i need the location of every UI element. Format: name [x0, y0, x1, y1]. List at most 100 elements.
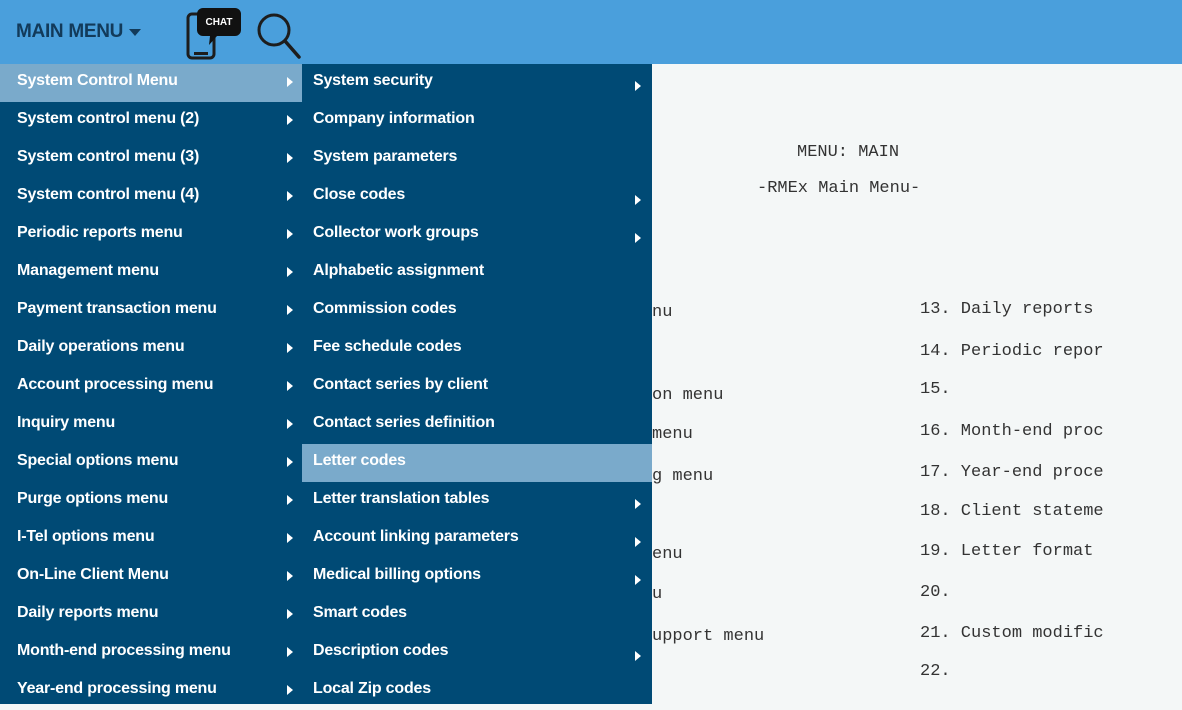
- submenu-item-close-codes[interactable]: Close codes: [302, 178, 652, 216]
- submenu-arrow-icon: [287, 343, 293, 353]
- menu-item-daily-operations[interactable]: Daily operations menu: [0, 330, 302, 368]
- submenu-item-label: Letter translation tables: [313, 490, 490, 507]
- menu-item-label: Year-end processing menu: [17, 680, 217, 697]
- menu-item-purge-options[interactable]: Purge options menu: [0, 482, 302, 520]
- menu-item-management[interactable]: Management menu: [0, 254, 302, 292]
- submenu-item-contact-series-definition[interactable]: Contact series definition: [302, 406, 652, 444]
- submenu-item-label: System parameters: [313, 148, 458, 165]
- submenu-item-label: Company information: [313, 110, 475, 127]
- terminal-menu-subtitle: -RMEx Main Menu-: [757, 179, 921, 198]
- submenu-item-letter-codes[interactable]: Letter codes: [302, 444, 652, 482]
- submenu-item-label: Local Zip codes: [313, 680, 431, 697]
- submenu-item-label: Description codes: [313, 642, 449, 659]
- menu-item-special-options[interactable]: Special options menu: [0, 444, 302, 482]
- submenu-item-company-information[interactable]: Company information: [302, 102, 652, 140]
- search-icon[interactable]: [254, 10, 302, 60]
- menu-item-i-tel-options[interactable]: I-Tel options menu: [0, 520, 302, 558]
- caret-down-icon: [129, 28, 142, 36]
- menu-item-label: Daily reports menu: [17, 604, 159, 621]
- menu-item-label: Purge options menu: [17, 490, 169, 507]
- submenu-arrow-icon: [635, 499, 641, 509]
- submenu-item-local-zip-codes[interactable]: Local Zip codes: [302, 672, 652, 710]
- submenu-item-alphabetic-assignment[interactable]: Alphabetic assignment: [302, 254, 652, 292]
- submenu-item-label: Commission codes: [313, 300, 457, 317]
- menu-item-system-control-4[interactable]: System control menu (4): [0, 178, 302, 216]
- submenu-item-account-linking-parameters[interactable]: Account linking parameters: [302, 520, 652, 558]
- terminal-option-line: 19. Letter format: [920, 542, 1094, 561]
- terminal-left-fragment: nu: [652, 303, 673, 322]
- submenu-item-fee-schedule-codes[interactable]: Fee schedule codes: [302, 330, 652, 368]
- terminal-option-line: 17. Year-end proce: [920, 463, 1104, 482]
- submenu-item-label: Contact series by client: [313, 376, 488, 393]
- main-menu-dropdown: System Control Menu System control menu …: [0, 64, 302, 704]
- submenu-item-collector-work-groups[interactable]: Collector work groups: [302, 216, 652, 254]
- terminal-option-line: 22.: [920, 662, 951, 681]
- submenu-arrow-icon: [287, 457, 293, 467]
- menu-item-month-end-processing[interactable]: Month-end processing menu: [0, 634, 302, 672]
- submenu-arrow-icon: [287, 77, 293, 87]
- menu-item-inquiry[interactable]: Inquiry menu: [0, 406, 302, 444]
- terminal-option-line: 16. Month-end proc: [920, 422, 1104, 441]
- main-menu-button[interactable]: MAIN MENU: [16, 21, 142, 43]
- terminal-left-fragment: u: [652, 585, 663, 604]
- menu-item-daily-reports[interactable]: Daily reports menu: [0, 596, 302, 634]
- menu-item-label: System control menu (3): [17, 148, 200, 165]
- terminal-menu-name: MENU: MAIN: [797, 143, 900, 162]
- submenu-item-commission-codes[interactable]: Commission codes: [302, 292, 652, 330]
- submenu-item-contact-series-by-client[interactable]: Contact series by client: [302, 368, 652, 406]
- submenu-arrow-icon: [635, 651, 641, 661]
- submenu-arrow-icon: [287, 609, 293, 619]
- terminal-option-line: 18. Client stateme: [920, 502, 1104, 521]
- menu-item-label: Periodic reports menu: [17, 224, 183, 241]
- terminal-option-line: 15.: [920, 380, 951, 399]
- submenu-item-medical-billing-options[interactable]: Medical billing options: [302, 558, 652, 596]
- menu-item-account-processing[interactable]: Account processing menu: [0, 368, 302, 406]
- submenu-arrow-icon: [287, 571, 293, 581]
- submenu-item-label: Contact series definition: [313, 414, 495, 431]
- terminal-left-fragment: g menu: [652, 467, 714, 486]
- menu-item-year-end-processing[interactable]: Year-end processing menu: [0, 672, 302, 710]
- submenu-item-label: Account linking parameters: [313, 528, 519, 545]
- submenu-item-label: Alphabetic assignment: [313, 262, 484, 279]
- submenu-item-description-codes[interactable]: Description codes: [302, 634, 652, 672]
- submenu-item-system-parameters[interactable]: System parameters: [302, 140, 652, 178]
- menu-item-system-control[interactable]: System Control Menu: [0, 64, 302, 102]
- terminal-left-fragment: enu: [652, 545, 683, 564]
- menu-item-label: Daily operations menu: [17, 338, 185, 355]
- submenu-arrow-icon: [287, 229, 293, 239]
- submenu-item-system-security[interactable]: System security: [302, 64, 652, 102]
- menu-item-periodic-reports[interactable]: Periodic reports menu: [0, 216, 302, 254]
- submenu-item-label: Collector work groups: [313, 224, 479, 241]
- menu-item-on-line-client[interactable]: On-Line Client Menu: [0, 558, 302, 596]
- submenu-arrow-icon: [287, 115, 293, 125]
- submenu-item-label: System security: [313, 72, 433, 89]
- menu-item-label: System Control Menu: [17, 72, 178, 89]
- submenu-arrow-icon: [287, 191, 293, 201]
- submenu-arrow-icon: [287, 305, 293, 315]
- system-control-submenu: System security Company information Syst…: [302, 64, 652, 704]
- submenu-item-label: Letter codes: [313, 452, 406, 469]
- submenu-arrow-icon: [287, 267, 293, 277]
- submenu-arrow-icon: [635, 575, 641, 585]
- menu-item-system-control-3[interactable]: System control menu (3): [0, 140, 302, 178]
- menu-item-payment-transaction[interactable]: Payment transaction menu: [0, 292, 302, 330]
- submenu-item-label: Smart codes: [313, 604, 407, 621]
- submenu-item-label: Medical billing options: [313, 566, 481, 583]
- submenu-arrow-icon: [635, 195, 641, 205]
- menu-item-label: I-Tel options menu: [17, 528, 155, 545]
- chat-badge-text: CHAT: [205, 17, 232, 28]
- submenu-arrow-icon: [635, 233, 641, 243]
- terminal-option-line: 21. Custom modific: [920, 624, 1104, 643]
- menu-item-label: Inquiry menu: [17, 414, 116, 431]
- terminal-left-fragment: on menu: [652, 386, 724, 405]
- chat-icon[interactable]: CHAT: [185, 4, 243, 60]
- submenu-item-letter-translation-tables[interactable]: Letter translation tables: [302, 482, 652, 520]
- menu-item-label: Payment transaction menu: [17, 300, 217, 317]
- submenu-arrow-icon: [287, 495, 293, 505]
- submenu-item-label: Close codes: [313, 186, 406, 203]
- terminal-option-line: 14. Periodic repor: [920, 342, 1104, 361]
- menu-item-system-control-2[interactable]: System control menu (2): [0, 102, 302, 140]
- submenu-item-smart-codes[interactable]: Smart codes: [302, 596, 652, 634]
- submenu-arrow-icon: [287, 419, 293, 429]
- menu-item-label: Account processing menu: [17, 376, 214, 393]
